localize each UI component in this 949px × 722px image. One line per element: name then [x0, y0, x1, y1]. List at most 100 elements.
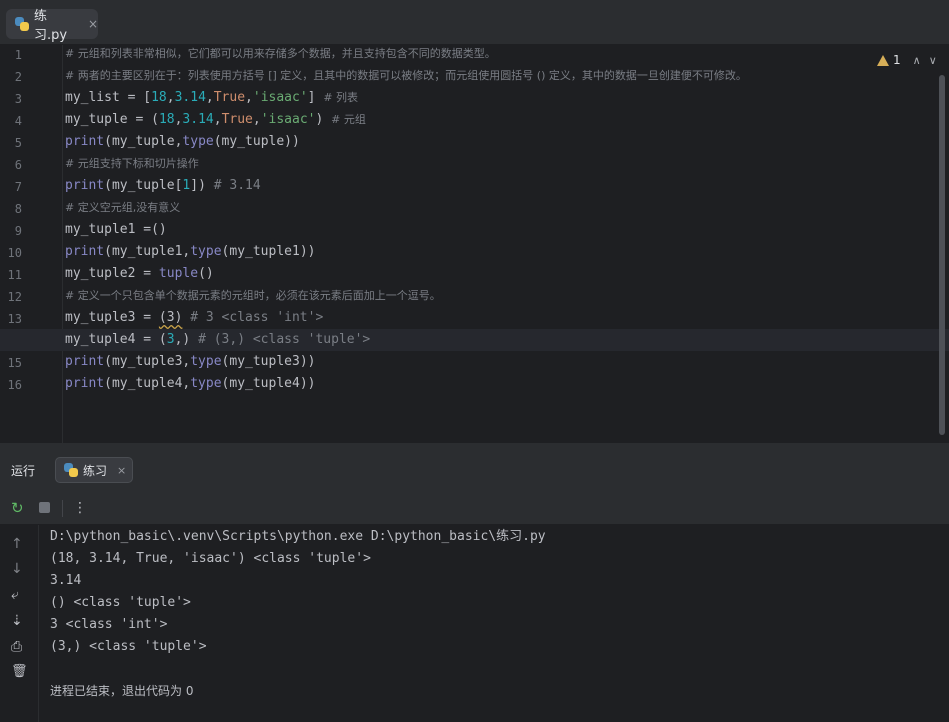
bracket: ] [307, 90, 324, 105]
code-line-7: print(my_tuple[1]) # 3.14 [65, 175, 261, 197]
previous-highlight-icon[interactable]: ∧ [913, 54, 921, 67]
code-line-4: my_tuple = (18,3.14,True,'isaac') # 元组 [65, 109, 366, 131]
code-line-8: # 定义空元组,没有意义 [65, 197, 180, 219]
line-number: 2 [14, 70, 22, 84]
python-file-icon [15, 17, 29, 31]
builtin-function: type [190, 354, 222, 369]
line-number: 4 [14, 114, 22, 128]
code-text: (my_tuple3, [104, 354, 191, 369]
more-options-icon[interactable]: ⋮ [73, 500, 87, 516]
code-line-13: my_tuple3 = (3) # 3 <class 'int'> [65, 307, 323, 329]
code-line-12: # 定义一个只包含单个数据元素的元组时，必须在该元素后面加上一个逗号。 [65, 285, 441, 307]
line-number: 3 [14, 92, 22, 106]
code-line-1: # 元组和列表非常相似，它们都可以用来存储多个数据，并且支持包含不同的数据类型。 [65, 43, 496, 65]
code-text: (my_tuple4, [104, 376, 191, 391]
run-tab-lianxi[interactable]: 练习 × [55, 457, 133, 483]
builtin-function: print [65, 134, 105, 149]
comma: , [213, 112, 222, 127]
code-text: ]) [190, 178, 214, 193]
console-line: 3.14 [50, 573, 82, 588]
editor-tab-bar: 练习.py × [0, 4, 949, 45]
stop-icon[interactable] [39, 502, 50, 513]
warning-icon [877, 54, 889, 66]
line-number: 11 [7, 268, 22, 282]
code-editor[interactable]: 1 2 3 4 5 6 7 8 9 10 11 12 13 14 15 16 #… [0, 45, 949, 443]
number-literal: 3 [166, 332, 175, 347]
editor-tab-label: 练习.py [33, 9, 68, 43]
identifier: my_tuple [65, 112, 128, 127]
code-line-15: print(my_tuple3,type(my_tuple3)) [65, 351, 315, 373]
code-text: (my_tuple4)) [221, 376, 316, 391]
code-text: my_tuple4 = ( [65, 332, 167, 347]
inspection-widget[interactable]: 1 ∧ ∨ [877, 53, 937, 67]
line-number: 1 [14, 48, 22, 62]
comma: , [205, 90, 214, 105]
number-literal: 18 [158, 112, 175, 127]
code-text: (my_tuple3)) [221, 354, 316, 369]
editor-scrollbar[interactable] [939, 75, 945, 435]
code-comment: # 定义一个只包含单个数据元素的元组时，必须在该元素后面加上一个逗号。 [65, 289, 441, 302]
run-console[interactable]: ↑ ↓ ⤶ ⇣ ⎙ 🗑 D:\python_basic\.venv\Script… [0, 525, 949, 722]
code-line-9: my_tuple1 =() [65, 219, 167, 241]
down-arrow-icon[interactable]: ↓ [11, 561, 23, 577]
comma: , [245, 90, 253, 105]
python-file-icon [64, 463, 78, 477]
console-line: 3 <class 'int'> [50, 617, 168, 632]
process-exit-message: 进程已结束，退出代码为 0 [50, 684, 194, 698]
console-line: (3,) <class 'tuple'> [50, 639, 207, 654]
editor-tab-lianxi[interactable]: 练习.py × [6, 9, 98, 43]
soft-wrap-icon[interactable]: ⤶ [11, 587, 19, 603]
code-line-11: my_tuple2 = tuple() [65, 263, 214, 285]
line-number: 9 [14, 224, 22, 238]
builtin-function: print [65, 178, 105, 193]
trash-icon[interactable]: 🗑 [11, 664, 28, 679]
line-number: 16 [7, 378, 22, 392]
run-toolbar: ↻ ⋮ [0, 492, 949, 525]
builtin-function: print [65, 354, 105, 369]
code-line-6: # 元组支持下标和切片操作 [65, 153, 199, 175]
operator: = [ [119, 90, 152, 105]
warning-highlight[interactable]: (3) [159, 310, 182, 325]
run-tab-label: 练习 [83, 463, 108, 478]
operator: = ( [127, 112, 159, 127]
code-comment: # 元组支持下标和切片操作 [65, 157, 199, 170]
toolbar-separator [62, 500, 63, 517]
line-number: 6 [14, 158, 22, 172]
code-comment: # (3,) <class 'tuple'> [198, 332, 371, 347]
code-text: my_tuple2 = [65, 266, 159, 281]
builtin-function: type [190, 376, 222, 391]
scroll-to-end-icon[interactable]: ⇣ [11, 613, 23, 629]
code-line-10: print(my_tuple1,type(my_tuple1)) [65, 241, 315, 263]
identifier: my_list [65, 90, 120, 105]
code-line-14-current: my_tuple4 = (3,) # (3,) <class 'tuple'> [0, 329, 949, 351]
warning-count: 1 [893, 53, 901, 67]
line-number: 12 [7, 290, 22, 304]
code-line-3: my_list = [18,3.14,True,'isaac'] # 列表 [65, 87, 358, 109]
code-comment: # 元组和列表非常相似，它们都可以用来存储多个数据，并且支持包含不同的数据类型。 [65, 47, 496, 60]
code-comment: # 列表 [323, 91, 359, 104]
code-text: (my_tuple1)) [221, 244, 316, 259]
code-comment: # 元组 [331, 113, 366, 126]
code-comment: # 3 <class 'int'> [182, 310, 324, 325]
code-text: my_tuple1 =() [65, 222, 167, 237]
code-text: (my_tuple)) [213, 134, 300, 149]
line-number: 13 [7, 312, 22, 326]
builtin-function: type [190, 244, 222, 259]
builtin-function: print [65, 244, 105, 259]
string-literal: 'isaac' [252, 90, 308, 105]
bracket: ) [315, 112, 332, 127]
close-icon[interactable]: × [117, 464, 126, 477]
code-line-16: print(my_tuple4,type(my_tuple4)) [65, 373, 315, 395]
print-icon[interactable]: ⎙ [11, 639, 22, 655]
code-text: (my_tuple1, [104, 244, 191, 259]
number-literal: 3.14 [174, 90, 206, 105]
up-arrow-icon[interactable]: ↑ [11, 536, 23, 552]
console-side-toolbar: ↑ ↓ ⤶ ⇣ ⎙ 🗑 [0, 525, 39, 722]
console-line: (18, 3.14, True, 'isaac') <class 'tuple'… [50, 551, 371, 566]
code-line-5: print(my_tuple,type(my_tuple)) [65, 131, 300, 153]
rerun-icon[interactable]: ↻ [11, 500, 24, 516]
next-highlight-icon[interactable]: ∨ [929, 54, 937, 67]
close-icon[interactable]: × [88, 17, 98, 31]
console-line: () <class 'tuple'> [50, 595, 191, 610]
line-number-gutter: 1 2 3 4 5 6 7 8 9 10 11 12 13 14 15 16 [0, 45, 63, 443]
